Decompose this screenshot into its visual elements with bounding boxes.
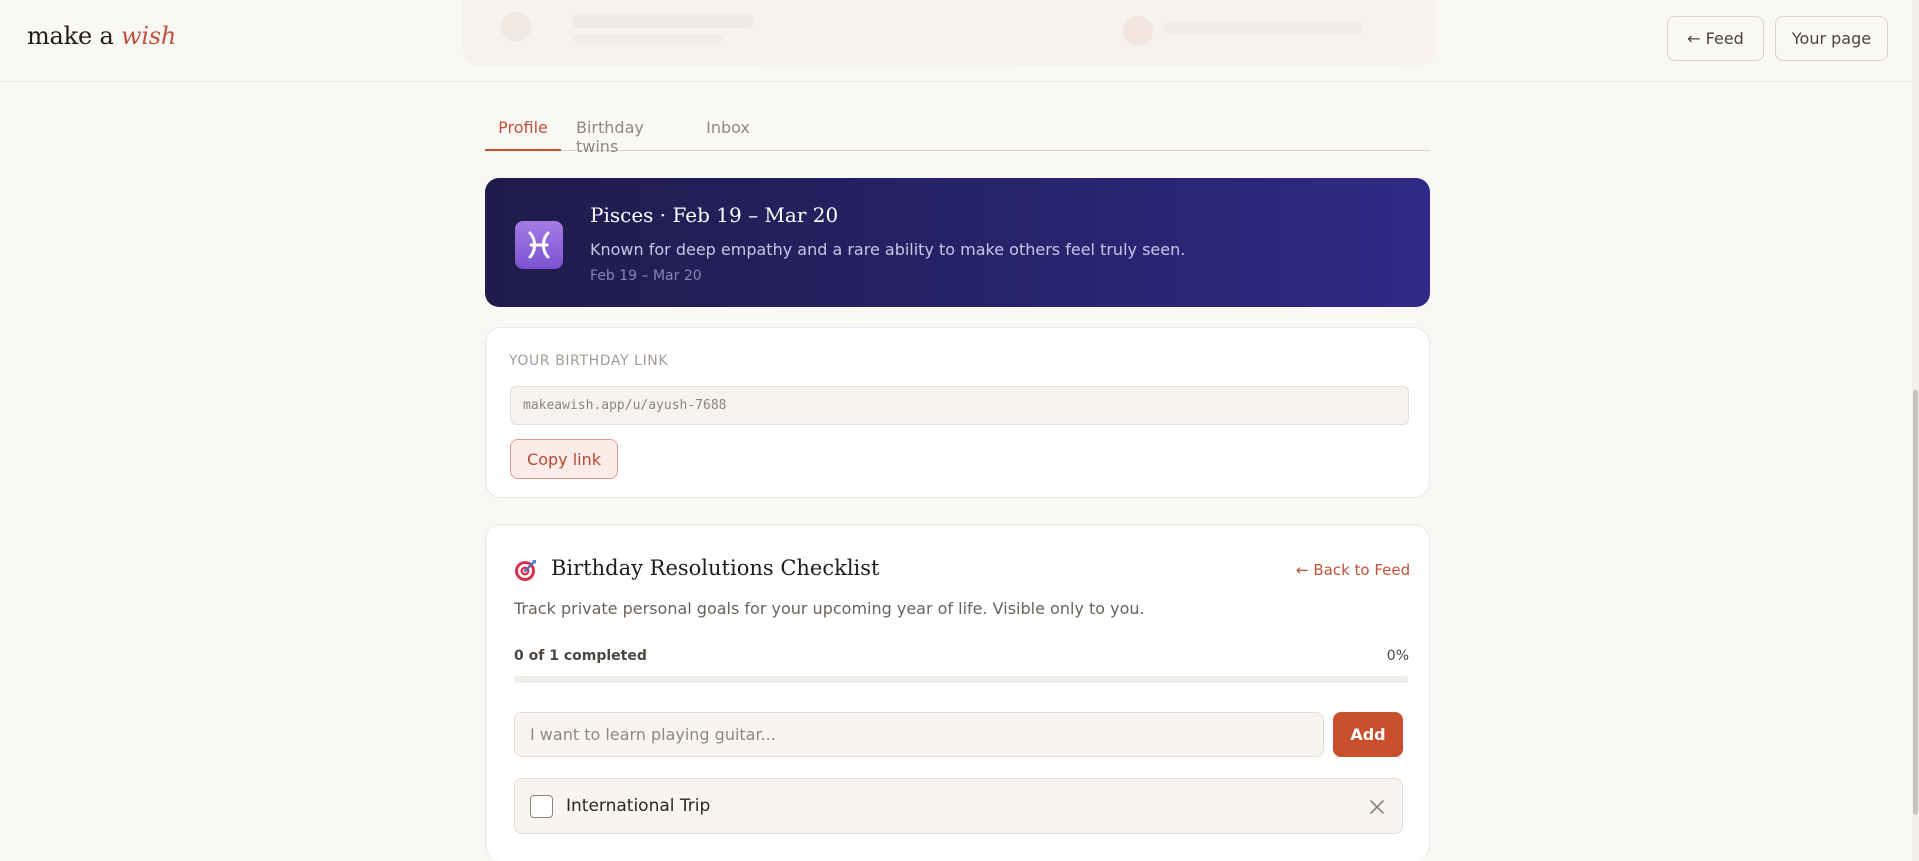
tab-birthday-twins[interactable]: Birthday twins — [576, 112, 688, 156]
zodiac-banner: Pisces · Feb 19 – Mar 20 Known for deep … — [485, 178, 1430, 307]
copy-link-button[interactable]: Copy link — [510, 439, 618, 479]
logo-main-text: make a — [27, 22, 121, 50]
feed-button[interactable]: ← Feed — [1667, 16, 1764, 61]
logo[interactable]: make a wish — [27, 22, 176, 50]
profile-tabs: Profile Birthday twins Inbox — [485, 112, 1430, 156]
faded-text-line — [1163, 22, 1363, 34]
progress-bar — [514, 676, 1409, 683]
back-to-feed-link[interactable]: ← Back to Feed — [1296, 561, 1410, 579]
tab-profile[interactable]: Profile — [485, 112, 561, 151]
birthday-link-field[interactable] — [510, 386, 1409, 425]
close-icon[interactable] — [1366, 796, 1388, 818]
birthday-link-card: YOUR BIRTHDAY LINK Copy link — [485, 327, 1430, 498]
target-icon — [514, 558, 538, 582]
scrollbar-thumb[interactable] — [1913, 390, 1918, 815]
birthday-link-label: YOUR BIRTHDAY LINK — [509, 353, 669, 369]
resolutions-checklist-card: Birthday Resolutions Checklist ← Back to… — [485, 524, 1430, 861]
logo-accent-text: wish — [120, 22, 177, 50]
zodiac-description: Known for deep empathy and a rare abilit… — [590, 240, 1186, 259]
resolution-input[interactable] — [514, 712, 1324, 757]
progress-count: 0 of 1 completed — [514, 648, 647, 664]
your-page-button[interactable]: Your page — [1775, 16, 1888, 61]
faded-background-card — [463, 0, 1435, 66]
top-bar: make a wish ← Feed Your page — [0, 0, 1919, 82]
item-label: International Trip — [566, 796, 711, 816]
checklist-title: Birthday Resolutions Checklist — [551, 556, 880, 580]
faded-text-line — [573, 34, 723, 44]
faded-avatar — [1123, 16, 1153, 46]
pisces-icon — [515, 221, 563, 269]
checklist-item: International Trip — [514, 778, 1403, 834]
faded-avatar — [501, 12, 531, 42]
tab-inbox[interactable]: Inbox — [703, 112, 753, 151]
zodiac-date-range: Feb 19 – Mar 20 — [590, 268, 702, 284]
item-checkbox[interactable] — [530, 795, 553, 818]
faded-text-line — [573, 14, 753, 28]
add-resolution-button[interactable]: Add — [1333, 712, 1403, 757]
zodiac-title: Pisces · Feb 19 – Mar 20 — [590, 203, 839, 227]
checklist-description: Track private personal goals for your up… — [514, 599, 1145, 618]
progress-percent: 0% — [1386, 648, 1409, 664]
